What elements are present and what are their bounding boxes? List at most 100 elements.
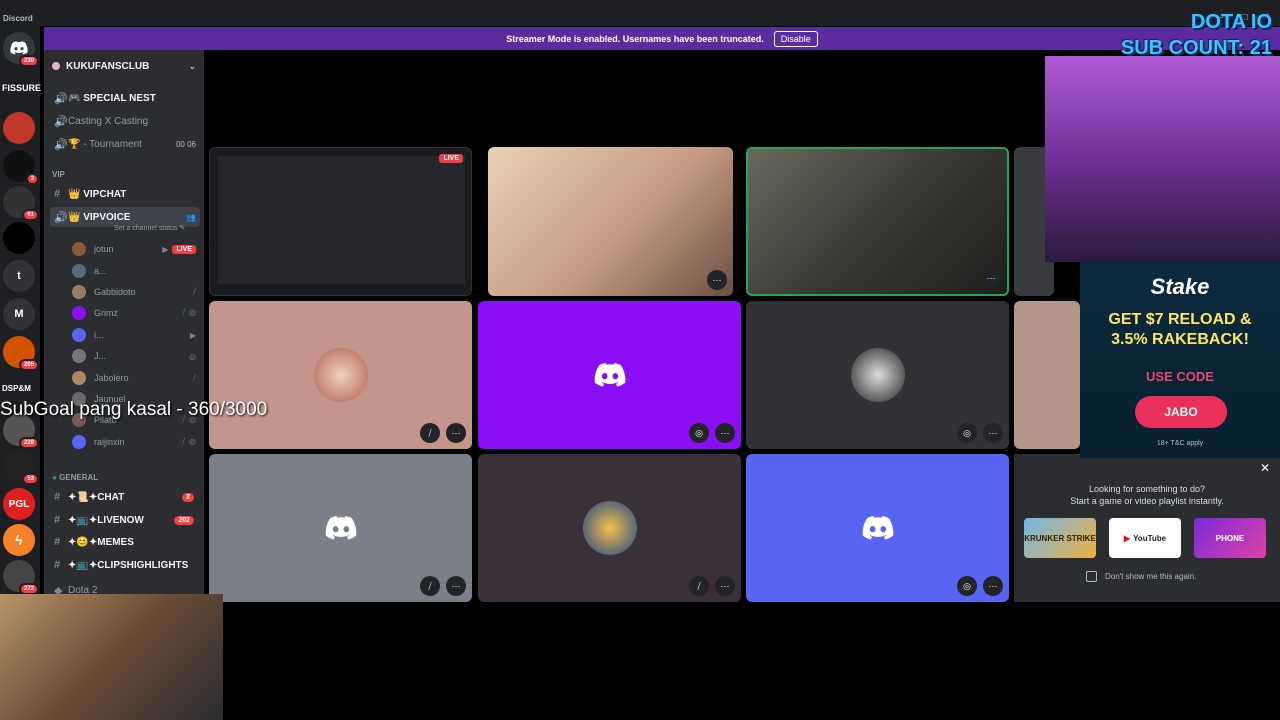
mic-muted-icon[interactable]: ⧸ (420, 423, 440, 443)
home-button[interactable]: 230 (3, 32, 39, 67)
mic-muted-icon[interactable]: ⧸ (420, 576, 440, 596)
server-header[interactable]: KUKUFANSCLUB ⌄ (44, 50, 204, 82)
video-icon: ▶ (162, 244, 169, 254)
dont-show-checkbox[interactable] (1086, 571, 1097, 582)
channel-vipchat[interactable]: # 👑 VIPCHAT (50, 184, 200, 204)
voice-user[interactable]: Gabbidoto ⧸ (72, 282, 200, 302)
voice-user[interactable]: jotun ▶ LIVE (72, 239, 200, 259)
chevron-down-icon[interactable]: ⌄ (188, 61, 196, 72)
speaker-icon: 🔊 (54, 115, 68, 128)
mic-muted-icon[interactable]: ⧸ (689, 576, 709, 596)
activity-card-label: YouTube (1133, 533, 1167, 543)
mic-muted-icon: ⧸ (182, 308, 186, 317)
server-icon-7[interactable]: 53 (3, 450, 39, 485)
hash-icon: # (54, 559, 61, 571)
server-icon-t[interactable]: t (3, 260, 35, 292)
deafened-icon[interactable]: ◎ (957, 423, 977, 443)
activity-card-label: PHONE (1215, 533, 1245, 543)
invite-icon[interactable]: 👥 (186, 213, 200, 222)
voice-user[interactable]: J... ◎ (72, 346, 200, 366)
deafened-icon: ◎ (189, 351, 196, 361)
speaker-icon: 🔊 (54, 138, 68, 151)
hash-icon: # (54, 514, 61, 526)
live-badge: LIVE (439, 154, 463, 163)
channel-label: Casting X Casting (68, 115, 149, 127)
voice-user[interactable]: Grimz ⧸ ◎ (72, 303, 200, 323)
category-general[interactable]: ● GENERAL (52, 473, 98, 482)
channel-casting[interactable]: 🔊 Casting X Casting (50, 111, 200, 131)
category-vip[interactable]: VIP (52, 170, 65, 179)
channel-tournament[interactable]: 🔊 🏆 - Tournament 00 06 (50, 134, 200, 154)
tile-camera-2-speaking[interactable]: ⋯ (746, 147, 1009, 296)
server-fissure[interactable]: FISSURE (2, 83, 41, 93)
channel-chat[interactable]: # ✦📜✦CHAT 2 (50, 487, 200, 507)
unread-count: 2 (182, 492, 194, 502)
activity-card-phone[interactable]: PHONE (1194, 518, 1266, 558)
deafened-icon[interactable]: ◎ (957, 576, 977, 596)
home-badge: 230 (18, 55, 39, 67)
channel-memes[interactable]: # ✦😊✦MEMES (50, 532, 200, 552)
tile-camera-1[interactable]: ⋯ (488, 147, 733, 296)
more-options-icon[interactable]: ⋯ (446, 423, 466, 443)
activity-card-krunker[interactable]: KRUNKER STRIKE (1024, 518, 1096, 558)
app-name: Discord (3, 14, 33, 23)
activity-card-label: KRUNKER STRIKE (1024, 533, 1096, 543)
channel-livenow[interactable]: # ✦📺✦LIVENOW 202 (50, 510, 200, 530)
stake-use-code: USE CODE (1146, 369, 1214, 384)
tile-discord-grey[interactable]: ⧸ ⋯ (209, 454, 472, 602)
tile-screenshare[interactable]: LIVE (209, 147, 472, 296)
online-dot-icon: ● (52, 473, 57, 482)
deafened-icon[interactable]: ◎ (689, 423, 709, 443)
tile-discord-purple[interactable]: ◎ ⋯ (478, 301, 741, 449)
hash-icon: # (54, 491, 61, 503)
server-pgl[interactable]: PGL (3, 488, 35, 520)
channel-status-hint[interactable]: Set a channel status ✎ (114, 224, 185, 232)
server-dspm[interactable]: DSP&M (2, 384, 31, 393)
voice-user-name: a... (94, 266, 107, 276)
voice-user-name: Jabolero (94, 373, 129, 383)
more-options-icon[interactable]: ⋯ (715, 423, 735, 443)
close-icon[interactable]: ✕ (1260, 461, 1270, 475)
channel-clipshighlights[interactable]: # ✦📺✦CLIPSHIGHLIGHTS (50, 555, 200, 575)
avatar (72, 242, 86, 256)
tile-partial-2[interactable] (1014, 301, 1080, 449)
avatar (72, 328, 86, 342)
subgoal-overlay: SubGoal pang kasal - 360/3000 (0, 399, 268, 420)
more-options-icon[interactable]: ⋯ (981, 268, 1001, 288)
more-options-icon[interactable]: ⋯ (707, 270, 727, 290)
voice-user[interactable]: Jabolero ⧸ (72, 368, 200, 388)
server-icon-4[interactable] (3, 222, 35, 254)
tile-avatar-user[interactable]: ⧸ ⋯ (209, 301, 472, 449)
video-icon: ▶ (189, 330, 196, 340)
tile-discord-blurple[interactable]: ◎ ⋯ (746, 454, 1009, 602)
server-icon-2[interactable]: 3 (3, 150, 39, 185)
server-icon-5[interactable]: 205 (3, 336, 39, 371)
voice-user[interactable]: raijinxin ⧸ ◎ (72, 432, 200, 452)
channel-special-nest[interactable]: 🔊 🎮 SPECIAL NEST (50, 88, 200, 108)
more-options-icon[interactable]: ⋯ (983, 576, 1003, 596)
more-options-icon[interactable]: ⋯ (715, 576, 735, 596)
activity-card-youtube[interactable]: ▶ YouTube (1109, 518, 1181, 558)
avatar (72, 435, 86, 449)
server-icon-1[interactable] (3, 112, 35, 144)
server-icon-8[interactable]: 272 (3, 560, 39, 595)
stake-ad: Stake GET $7 RELOAD & 3.5% RAKEBACK! USE… (1080, 262, 1280, 458)
voice-user[interactable]: i... ▶ (72, 325, 200, 345)
more-options-icon[interactable]: ⋯ (446, 576, 466, 596)
tile-avatar-user-3[interactable]: ⧸ ⋯ (478, 454, 741, 602)
server-fnatic[interactable]: ϟ (3, 524, 35, 556)
more-options-icon[interactable]: ⋯ (983, 423, 1003, 443)
tile-avatar-user-2[interactable]: ◎ ⋯ (746, 301, 1009, 449)
stake-tc: 18+ T&C apply (1156, 440, 1204, 447)
avatar (72, 285, 86, 299)
server-icon-m[interactable]: M (3, 298, 35, 330)
hash-icon: # (54, 536, 61, 548)
voice-user[interactable]: a... (72, 261, 200, 281)
activity-title: Looking for something to do? (1088, 484, 1206, 494)
disable-streamer-mode-button[interactable]: Disable (773, 30, 818, 47)
server-icon-3[interactable]: 61 (3, 186, 39, 221)
channel-label: 🏆 - Tournament (68, 138, 142, 150)
voice-user-name: Gabbidoto (94, 287, 136, 297)
server-letter: M (14, 308, 24, 320)
server-badge: 61 (22, 209, 39, 221)
